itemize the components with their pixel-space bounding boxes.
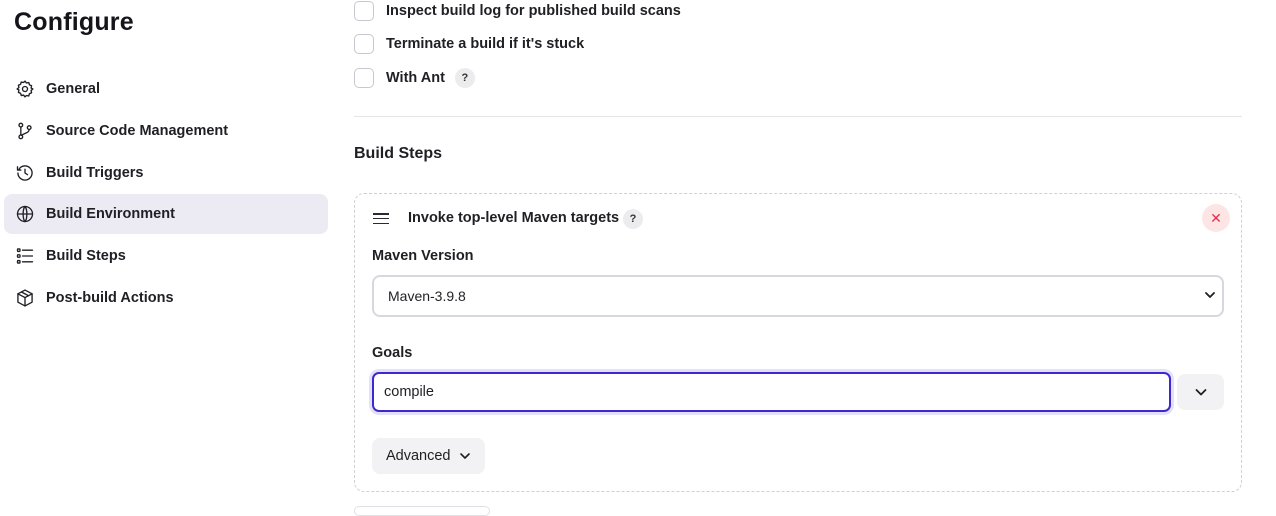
clock-icon [14, 162, 36, 184]
sidebar-item-build-triggers[interactable]: Build Triggers [4, 153, 328, 193]
option-label: Inspect build log for published build sc… [386, 3, 681, 19]
goals-value: compile [384, 384, 434, 400]
page-title: Configure [14, 8, 134, 36]
globe-icon [14, 203, 36, 225]
sidebar-item-source-code-management[interactable]: Source Code Management [4, 111, 328, 151]
sidebar-item-build-environment[interactable]: Build Environment [4, 194, 328, 235]
sidebar: Configure General Source Code Management… [0, 0, 340, 509]
maven-version-value: Maven-3.9.8 [388, 288, 466, 304]
chevron-down-icon [459, 453, 470, 459]
option-terminate-stuck-build: Terminate a build if it's stuck [354, 33, 584, 55]
package-icon [14, 287, 36, 309]
remove-step-button[interactable]: ✕ [1202, 204, 1230, 232]
sidebar-item-label: General [46, 81, 100, 97]
advanced-label: Advanced [386, 448, 451, 464]
drag-handle-icon[interactable] [373, 213, 389, 225]
git-branch-icon [14, 120, 36, 142]
list-icon [14, 245, 36, 267]
terminate-stuck-build-checkbox[interactable] [354, 34, 374, 54]
build-step-card: Invoke top-level Maven targets ? ✕ Maven… [354, 193, 1242, 492]
section-title: Build Steps [354, 145, 443, 162]
section-divider [354, 116, 1242, 117]
sidebar-item-build-steps[interactable]: Build Steps [4, 236, 328, 276]
goals-input[interactable]: compile [372, 372, 1171, 412]
option-with-ant: With Ant ? [354, 67, 475, 89]
main-content: Inspect build log for published build sc… [354, 0, 1242, 516]
sidebar-item-label: Build Environment [46, 206, 175, 223]
sidebar-item-post-build-actions[interactable]: Post-build Actions [4, 278, 328, 318]
option-label: With Ant [386, 70, 445, 86]
build-step-title: Invoke top-level Maven targets [408, 210, 620, 226]
help-icon[interactable]: ? [454, 68, 475, 88]
sidebar-item-general[interactable]: General [4, 69, 328, 109]
sidebar-item-label: Source Code Management [46, 122, 229, 139]
option-label: Terminate a build if it's stuck [386, 36, 585, 52]
maven-version-label: Maven Version [372, 248, 474, 264]
expand-goals-button[interactable] [1177, 374, 1224, 410]
chevron-down-icon [1195, 389, 1206, 396]
help-icon[interactable]: ? [623, 209, 643, 229]
goals-label: Goals [372, 345, 413, 361]
sidebar-item-label: Build Triggers [46, 164, 144, 181]
gear-icon [14, 78, 36, 100]
inspect-build-log-checkbox[interactable] [354, 1, 374, 21]
sidebar-nav: General Source Code Management Build Tri… [4, 69, 328, 320]
sidebar-item-label: Build Steps [46, 248, 126, 265]
chevron-down-icon [1205, 292, 1215, 298]
advanced-button[interactable]: Advanced [372, 438, 485, 474]
add-build-step-button[interactable] [354, 506, 490, 516]
option-inspect-build-log: Inspect build log for published build sc… [354, 0, 681, 22]
with-ant-checkbox[interactable] [354, 68, 374, 88]
sidebar-item-label: Post-build Actions [46, 289, 174, 306]
maven-version-select[interactable]: Maven-3.9.8 [372, 275, 1224, 317]
